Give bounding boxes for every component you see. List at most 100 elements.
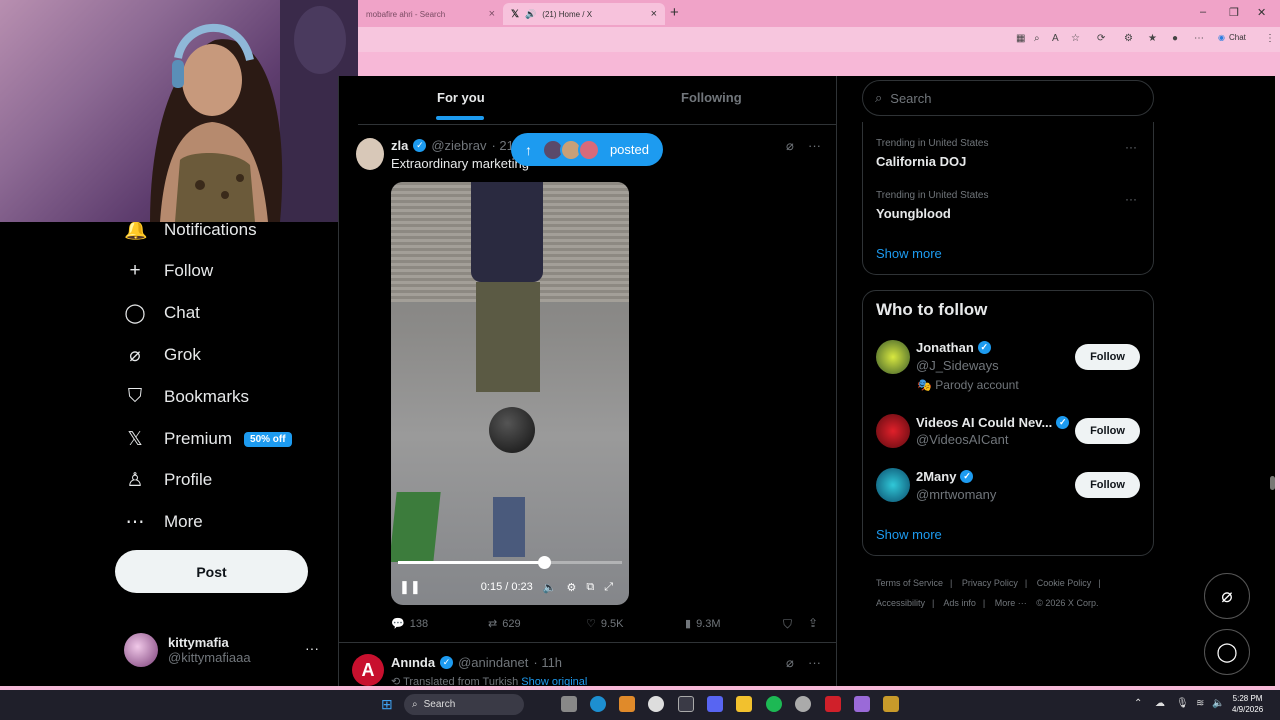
cloud-icon[interactable]: ☁: [1155, 698, 1165, 709]
settings-icon[interactable]: ⚙: [567, 581, 577, 594]
zoom-icon[interactable]: ⌕: [1034, 33, 1040, 44]
reader-icon[interactable]: ▦: [1016, 33, 1025, 44]
avatar[interactable]: [356, 138, 384, 170]
favorites-icon[interactable]: ★: [1148, 33, 1157, 44]
read-aloud-icon[interactable]: A: [1052, 33, 1059, 44]
discord-icon[interactable]: [707, 696, 723, 712]
nav-bookmarks[interactable]: ⛉ Bookmarks: [124, 379, 249, 415]
views-button[interactable]: ▮ 9.3M: [685, 617, 721, 631]
windows-start-icon[interactable]: ⊞: [381, 696, 393, 713]
share-icon[interactable]: ⇪: [808, 616, 818, 630]
footer-link[interactable]: More ···: [995, 598, 1027, 608]
close-tab-icon[interactable]: ×: [651, 8, 657, 20]
volume-icon[interactable]: 🔈: [1212, 698, 1224, 709]
minimize-button[interactable]: –: [1200, 6, 1206, 18]
nav-chat[interactable]: ◯ Chat: [124, 295, 200, 331]
avatar[interactable]: [876, 414, 910, 448]
grok-icon[interactable]: ⌀: [786, 655, 794, 671]
footer-link[interactable]: Accessibility: [876, 598, 925, 608]
author-handle[interactable]: @ziebrav: [431, 138, 486, 153]
reply-button[interactable]: 💬 138: [391, 617, 428, 631]
task-view-icon[interactable]: [561, 696, 577, 712]
follow-button[interactable]: Follow: [1075, 344, 1140, 370]
file-explorer-icon[interactable]: [736, 696, 752, 712]
new-tab-button[interactable]: +: [670, 4, 679, 21]
repost-button[interactable]: ⇄ 629: [488, 617, 521, 631]
nav-grok[interactable]: ⌀ Grok: [124, 337, 201, 373]
more-icon[interactable]: ···: [1125, 140, 1137, 154]
nav-profile[interactable]: ♙ Profile: [124, 462, 212, 498]
suggested-account-name[interactable]: Jonathan ✓: [916, 340, 991, 355]
app-icon[interactable]: [854, 696, 870, 712]
favorite-icon[interactable]: ☆: [1071, 33, 1080, 44]
nav-more[interactable]: ⋯ More: [124, 504, 203, 540]
account-switcher[interactable]: kittymafia @kittymafiaaa: [124, 630, 324, 670]
nav-premium[interactable]: 𝕏 Premium 50% off: [124, 421, 292, 457]
trends-show-more-link[interactable]: Show more: [876, 246, 942, 261]
follow-button[interactable]: Follow: [1075, 472, 1140, 498]
like-button[interactable]: ♡ 9.5K: [586, 617, 624, 631]
league-of-legends-icon[interactable]: [883, 696, 899, 712]
app-icon[interactable]: [648, 696, 664, 712]
close-window-button[interactable]: ✕: [1257, 6, 1266, 19]
microphone-icon[interactable]: 🎙: [1176, 698, 1189, 709]
overflow-icon[interactable]: ⋮: [1265, 33, 1275, 44]
bookmark-icon[interactable]: ⛉: [783, 617, 792, 632]
author-name[interactable]: Anında: [391, 655, 435, 670]
tab-following[interactable]: Following: [681, 90, 742, 105]
pause-icon[interactable]: ❚❚: [399, 579, 421, 595]
profile-icon[interactable]: ●: [1172, 33, 1178, 44]
grok-icon[interactable]: ⌀: [786, 138, 794, 154]
footer-link[interactable]: Cookie Policy: [1037, 578, 1092, 588]
post-time[interactable]: · 11h: [533, 655, 562, 670]
refresh-icon[interactable]: ⟳: [1097, 33, 1105, 44]
footer-link[interactable]: Terms of Service: [876, 578, 943, 588]
app-icon[interactable]: [825, 696, 841, 712]
suggested-account-name[interactable]: 2Many ✓: [916, 469, 974, 484]
tab-for-you[interactable]: For you: [437, 90, 485, 105]
footer-link[interactable]: Ads info: [943, 598, 976, 608]
messages-fab[interactable]: ◯: [1204, 629, 1250, 675]
more-icon[interactable]: ···: [808, 655, 821, 670]
edge-icon[interactable]: [590, 696, 606, 712]
spotify-icon[interactable]: [766, 696, 782, 712]
avatar[interactable]: [876, 340, 910, 374]
author-handle[interactable]: @anindanet: [458, 655, 528, 670]
copilot-chat-button[interactable]: ◉ Chat: [1218, 33, 1246, 42]
who-to-follow-show-more-link[interactable]: Show more: [876, 527, 942, 542]
more-icon[interactable]: ···: [1125, 192, 1137, 206]
extensions-icon[interactable]: ⚙: [1124, 33, 1133, 44]
account-more-icon[interactable]: ···: [305, 640, 319, 656]
author-name[interactable]: zla: [391, 138, 408, 153]
copilot-icon[interactable]: [619, 696, 635, 712]
video-scrubber-handle[interactable]: [537, 556, 551, 569]
pip-icon[interactable]: ⧉: [586, 581, 594, 594]
wifi-icon[interactable]: ≋: [1196, 698, 1204, 709]
suggested-account-name[interactable]: Videos AI Could Nev... ✓: [916, 415, 1070, 430]
search-input[interactable]: ⌕ Search: [862, 80, 1154, 116]
nav-follow[interactable]: + Follow: [124, 253, 213, 289]
avatar[interactable]: A: [352, 654, 384, 686]
browser-tab-search[interactable]: mobafire ahri - Search ×: [358, 3, 503, 25]
post-button[interactable]: Post: [115, 550, 308, 593]
taskbar-clock[interactable]: 5:28 PM 4/9/2026: [1232, 693, 1263, 715]
avatar[interactable]: [876, 468, 910, 502]
fullscreen-icon[interactable]: ⤢: [604, 581, 613, 594]
follow-button[interactable]: Follow: [1075, 418, 1140, 444]
volume-icon[interactable]: 🔈: [543, 581, 557, 594]
browser-tab-x-home[interactable]: 𝕏 🔊 (21) Home / X ×: [503, 3, 665, 25]
trend-name[interactable]: Youngblood: [876, 206, 951, 221]
grok-fab[interactable]: ⌀: [1204, 573, 1250, 619]
settings-icon[interactable]: [795, 696, 811, 712]
taskbar-search[interactable]: ⌕ Search: [404, 694, 524, 715]
trend-name[interactable]: California DOJ: [876, 154, 966, 169]
store-icon[interactable]: [678, 696, 694, 712]
footer-link[interactable]: Privacy Policy: [962, 578, 1018, 588]
restore-button[interactable]: ❐: [1229, 6, 1239, 19]
close-tab-icon[interactable]: ×: [489, 8, 495, 20]
more-icon[interactable]: ···: [808, 138, 821, 153]
chevron-up-icon[interactable]: ⌃: [1134, 698, 1142, 709]
video-player[interactable]: [391, 182, 629, 605]
menu-icon[interactable]: ⋯: [1194, 33, 1204, 44]
new-posts-pill[interactable]: ↑ posted: [511, 133, 663, 166]
